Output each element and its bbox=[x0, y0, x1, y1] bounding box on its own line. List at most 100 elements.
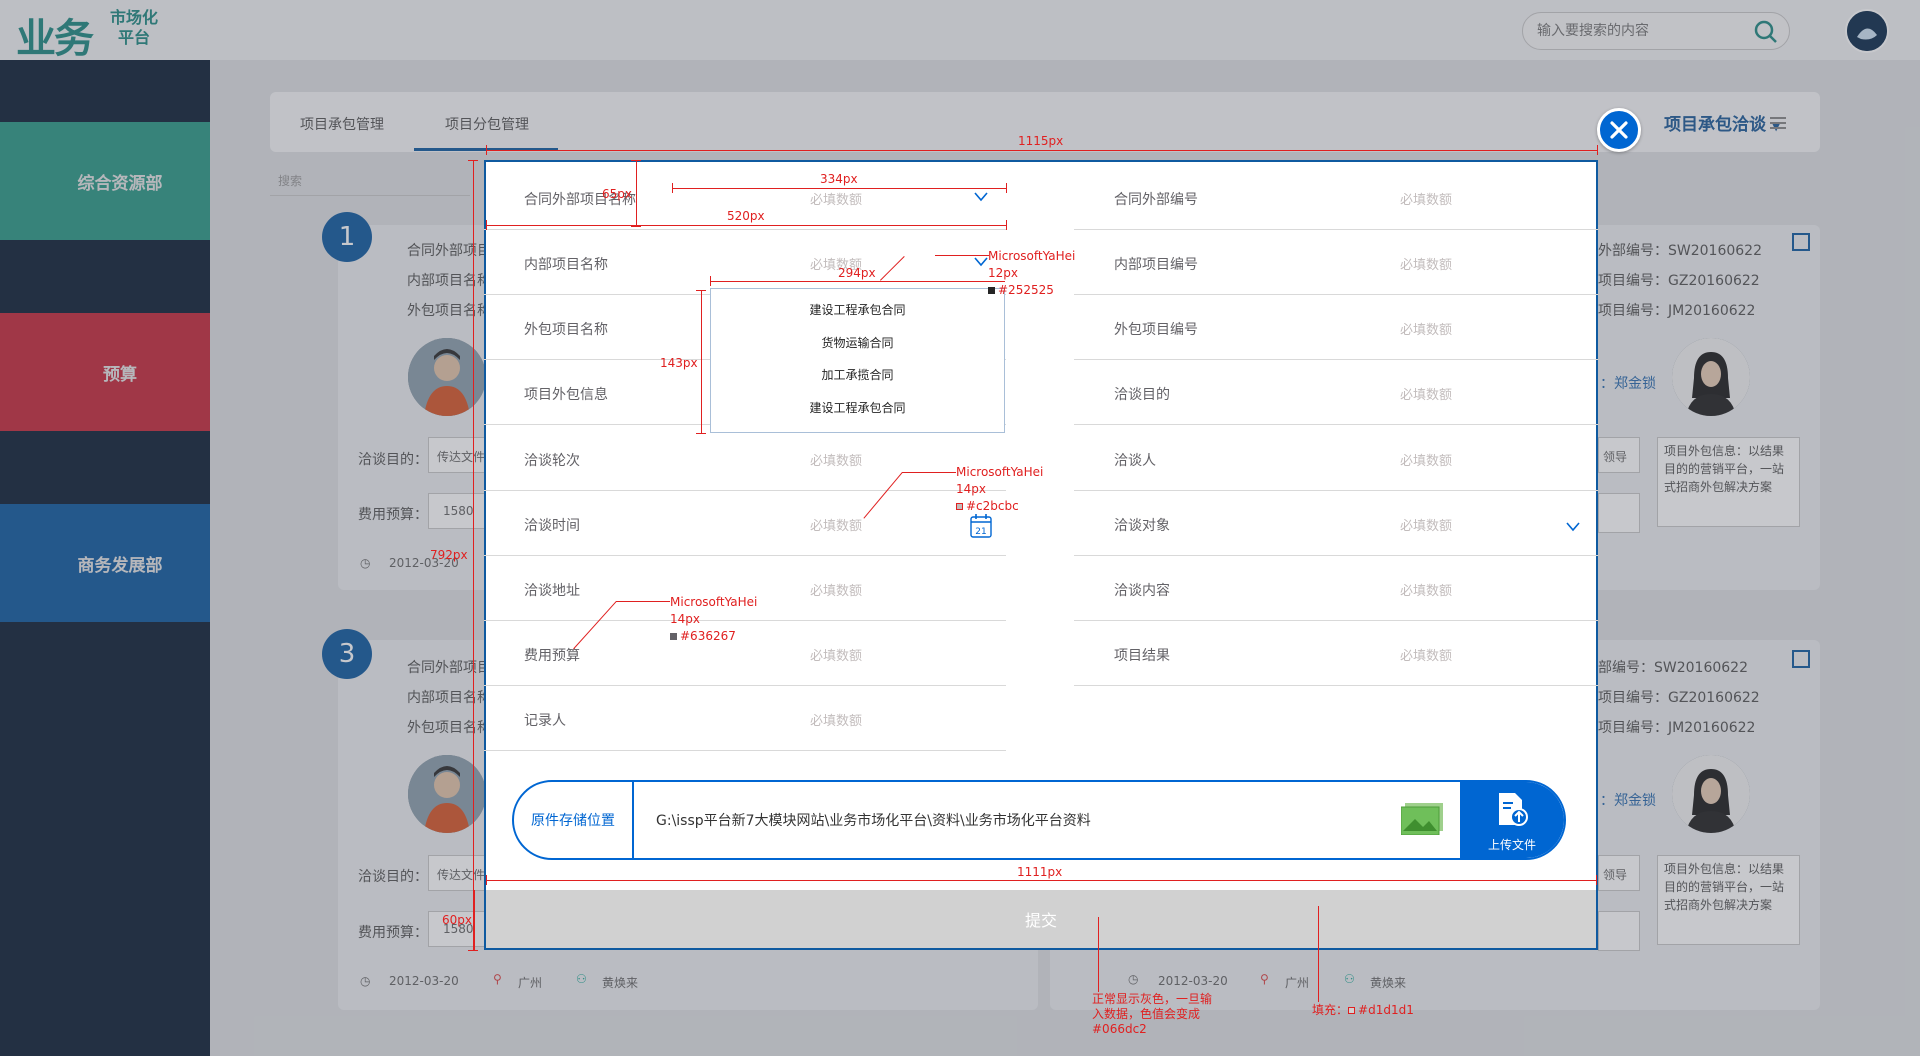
field-label: 洽谈人 bbox=[1114, 453, 1156, 469]
field-placeholder[interactable]: 必填数额 bbox=[1400, 319, 1452, 338]
annotation-line bbox=[468, 160, 478, 161]
field-label: 记录人 bbox=[524, 713, 566, 729]
close-icon bbox=[1610, 121, 1628, 139]
submit-note-line: 入数据，色值会变成 bbox=[1092, 1007, 1201, 1021]
upload-file-button[interactable]: 上传文件 bbox=[1460, 782, 1564, 858]
field-placeholder[interactable]: 必填数额 bbox=[1400, 515, 1452, 534]
dropdown-option[interactable]: 建设工程承包合同 bbox=[711, 301, 1004, 318]
file-path[interactable]: G:\issp平台新7大模块网站\业务市场化平台\资料\业务市场化平台资料 bbox=[656, 810, 1091, 830]
font-callout: MicrosoftYaHei 12px #252525 bbox=[988, 248, 1075, 299]
annotation-line bbox=[672, 188, 1006, 189]
chevron-down-icon[interactable] bbox=[1566, 520, 1580, 536]
field-placeholder[interactable]: 必填数额 bbox=[810, 515, 862, 534]
annotation-line bbox=[701, 290, 702, 433]
field-internal-project-code[interactable]: 内部项目编号 必填数额 bbox=[1074, 231, 1598, 295]
field-label: 洽谈目的 bbox=[1114, 387, 1170, 403]
fill-note-color: #d1d1d1 bbox=[1358, 1003, 1414, 1017]
field-negotiation-target[interactable]: 洽谈对象 必填数额 bbox=[1074, 492, 1598, 556]
annotation-line bbox=[636, 160, 637, 226]
field-placeholder[interactable]: 必填数额 bbox=[810, 580, 862, 599]
chevron-down-icon[interactable] bbox=[974, 190, 988, 206]
annotation-line bbox=[486, 225, 1006, 226]
font-callout-color-text: #252525 bbox=[998, 283, 1054, 297]
field-project-result[interactable]: 项目结果 必填数额 bbox=[1074, 622, 1598, 686]
annotation-width: 294px bbox=[838, 266, 876, 280]
annotation-width: 520px bbox=[727, 209, 765, 223]
field-label: 洽谈内容 bbox=[1114, 583, 1170, 599]
field-negotiator[interactable]: 洽谈人 必填数额 bbox=[1074, 427, 1598, 491]
submit-note-line: 正常显示灰色，一旦输 bbox=[1092, 992, 1213, 1006]
image-icon bbox=[1400, 803, 1443, 839]
annotation-width: 1111px bbox=[1017, 865, 1063, 879]
field-label: 项目结果 bbox=[1114, 648, 1170, 664]
color-swatch bbox=[670, 633, 677, 640]
font-callout-color-text: #636267 bbox=[680, 629, 736, 643]
font-callout-size: 14px bbox=[956, 482, 986, 496]
field-internal-project-name[interactable]: 内部项目名称 必填数额 bbox=[484, 231, 1006, 295]
annotation-line bbox=[486, 145, 487, 155]
field-placeholder[interactable]: 必填数额 bbox=[810, 710, 862, 729]
color-swatch bbox=[988, 287, 995, 294]
font-callout-size: 12px bbox=[988, 266, 1018, 280]
color-swatch bbox=[1348, 1007, 1356, 1014]
field-negotiation-round[interactable]: 洽谈轮次 必填数额 bbox=[484, 427, 1006, 491]
chevron-down-icon[interactable] bbox=[974, 255, 988, 271]
field-label: 内部项目编号 bbox=[1114, 257, 1198, 273]
field-placeholder[interactable]: 必填数额 bbox=[1400, 450, 1452, 469]
field-placeholder[interactable]: 必填数额 bbox=[1400, 254, 1452, 273]
field-label: 外包项目名称 bbox=[524, 322, 608, 338]
font-callout-name: MicrosoftYaHei bbox=[956, 465, 1044, 479]
field-outsourced-project-code[interactable]: 外包项目编号 必填数额 bbox=[1074, 296, 1598, 360]
annotation-line bbox=[1318, 906, 1319, 1002]
submit-note: 正常显示灰色，一旦输 入数据，色值会变成 #066dc2 bbox=[1092, 992, 1212, 1037]
font-callout-color-text: #c2bcbc bbox=[966, 499, 1019, 513]
field-contract-external-code[interactable]: 合同外部编号 必填数额 bbox=[1074, 166, 1598, 230]
annotation-line bbox=[1006, 220, 1007, 230]
annotation-width: 334px bbox=[820, 172, 858, 186]
field-label: 洽谈对象 bbox=[1114, 518, 1170, 534]
field-placeholder[interactable]: 必填数额 bbox=[1400, 384, 1452, 403]
submit-button[interactable]: 提交 bbox=[486, 890, 1596, 948]
fill-note: 填充： #d1d1d1 bbox=[1312, 1002, 1414, 1019]
field-negotiation-content[interactable]: 洽谈内容 必填数额 bbox=[1074, 557, 1598, 621]
field-placeholder[interactable]: 必填数额 bbox=[1400, 645, 1452, 664]
file-upload-bar: 原件存储位置 G:\issp平台新7大模块网站\业务市场化平台\资料\业务市场化… bbox=[512, 780, 1566, 860]
field-placeholder[interactable]: 必填数额 bbox=[810, 189, 862, 208]
field-placeholder[interactable]: 必填数额 bbox=[810, 450, 862, 469]
font-callout-color: #c2bcbc bbox=[956, 498, 1043, 515]
field-placeholder[interactable]: 必填数额 bbox=[1400, 580, 1452, 599]
font-callout: MicrosoftYaHei 14px #c2bcbc bbox=[956, 464, 1043, 515]
fill-note-label: 填充： bbox=[1312, 1003, 1349, 1017]
annotation-line bbox=[631, 226, 641, 227]
color-swatch bbox=[956, 503, 963, 510]
field-placeholder[interactable]: 必填数额 bbox=[810, 645, 862, 664]
field-negotiation-purpose[interactable]: 洽谈目的 必填数额 bbox=[1074, 361, 1598, 425]
dropdown-option[interactable]: 货物运输合同 bbox=[711, 334, 1004, 351]
field-label: 洽谈轮次 bbox=[524, 453, 580, 469]
annotation-line bbox=[486, 220, 487, 230]
annotation-line bbox=[902, 472, 956, 473]
contract-type-dropdown: 建设工程承包合同 货物运输合同 加工承揽合同 建设工程承包合同 bbox=[710, 288, 1005, 433]
field-label: 洽谈地址 bbox=[524, 583, 580, 599]
font-callout-name: MicrosoftYaHei bbox=[670, 595, 758, 609]
field-label: 外包项目编号 bbox=[1114, 322, 1198, 338]
upload-icon bbox=[1496, 792, 1528, 829]
font-callout: MicrosoftYaHei 14px #636267 bbox=[670, 594, 757, 645]
field-placeholder[interactable]: 必填数额 bbox=[1400, 189, 1452, 208]
field-recorder[interactable]: 记录人 必填数额 bbox=[484, 687, 1006, 751]
field-label: 内部项目名称 bbox=[524, 257, 608, 273]
calendar-icon[interactable]: 21 bbox=[970, 514, 992, 542]
field-negotiation-time[interactable]: 洽谈时间 必填数额 21 bbox=[484, 492, 1006, 556]
font-callout-color: #252525 bbox=[988, 282, 1075, 299]
dropdown-option[interactable]: 加工承揽合同 bbox=[711, 366, 1004, 383]
annotation-line bbox=[1098, 917, 1099, 992]
annotation-line bbox=[672, 183, 673, 193]
font-callout-size: 14px bbox=[670, 612, 700, 626]
annotation-height: 143px bbox=[660, 356, 698, 370]
annotation-line bbox=[1006, 183, 1007, 193]
dropdown-option[interactable]: 建设工程承包合同 bbox=[711, 399, 1004, 416]
font-callout-color: #636267 bbox=[670, 628, 757, 645]
annotation-line bbox=[473, 160, 474, 950]
annotation-line bbox=[468, 950, 478, 951]
close-modal-button[interactable] bbox=[1597, 108, 1641, 152]
